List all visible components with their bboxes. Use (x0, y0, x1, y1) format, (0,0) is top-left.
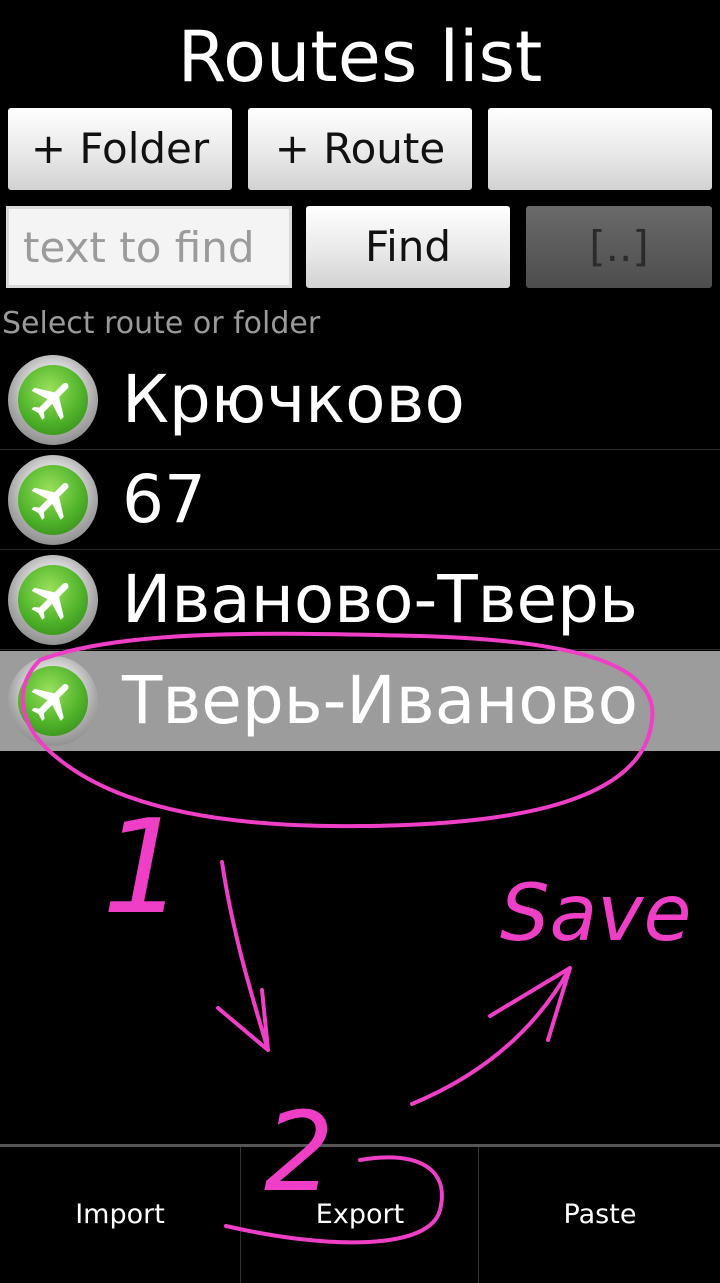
find-button[interactable]: Find (306, 206, 510, 288)
import-button[interactable]: Import (0, 1147, 240, 1283)
route-row[interactable]: Иваново-Тверь (0, 550, 720, 650)
route-row[interactable]: Крючково (0, 350, 720, 450)
airplane-icon (8, 455, 98, 545)
paste-button[interactable]: Paste (478, 1147, 720, 1283)
search-input[interactable] (6, 206, 292, 288)
select-hint: Select route or folder (2, 306, 321, 341)
step-1-label: 1 (102, 791, 185, 943)
route-label: Тверь-Иваново (122, 662, 638, 739)
page-title: Routes list (177, 16, 543, 98)
add-route-button[interactable]: + Route (248, 108, 472, 190)
route-row[interactable]: 67 (0, 450, 720, 550)
export-button[interactable]: Export (240, 1147, 479, 1283)
parent-folder-button[interactable]: [..] (526, 206, 712, 288)
airplane-icon (8, 355, 98, 445)
route-label: Иваново-Тверь (122, 561, 638, 638)
airplane-icon (8, 555, 98, 645)
add-folder-button[interactable]: + Folder (8, 108, 232, 190)
route-row-selected[interactable]: Тверь-Иваново (0, 651, 720, 751)
arrow-down (216, 860, 270, 1052)
route-label: 67 (122, 461, 206, 538)
blank-button[interactable] (488, 108, 712, 190)
arrow-up (410, 966, 572, 1106)
airplane-icon (8, 656, 98, 746)
save-note: Save (500, 869, 691, 959)
route-label: Крючково (122, 361, 465, 438)
bottom-action-bar: Import Export Paste (0, 1144, 720, 1283)
